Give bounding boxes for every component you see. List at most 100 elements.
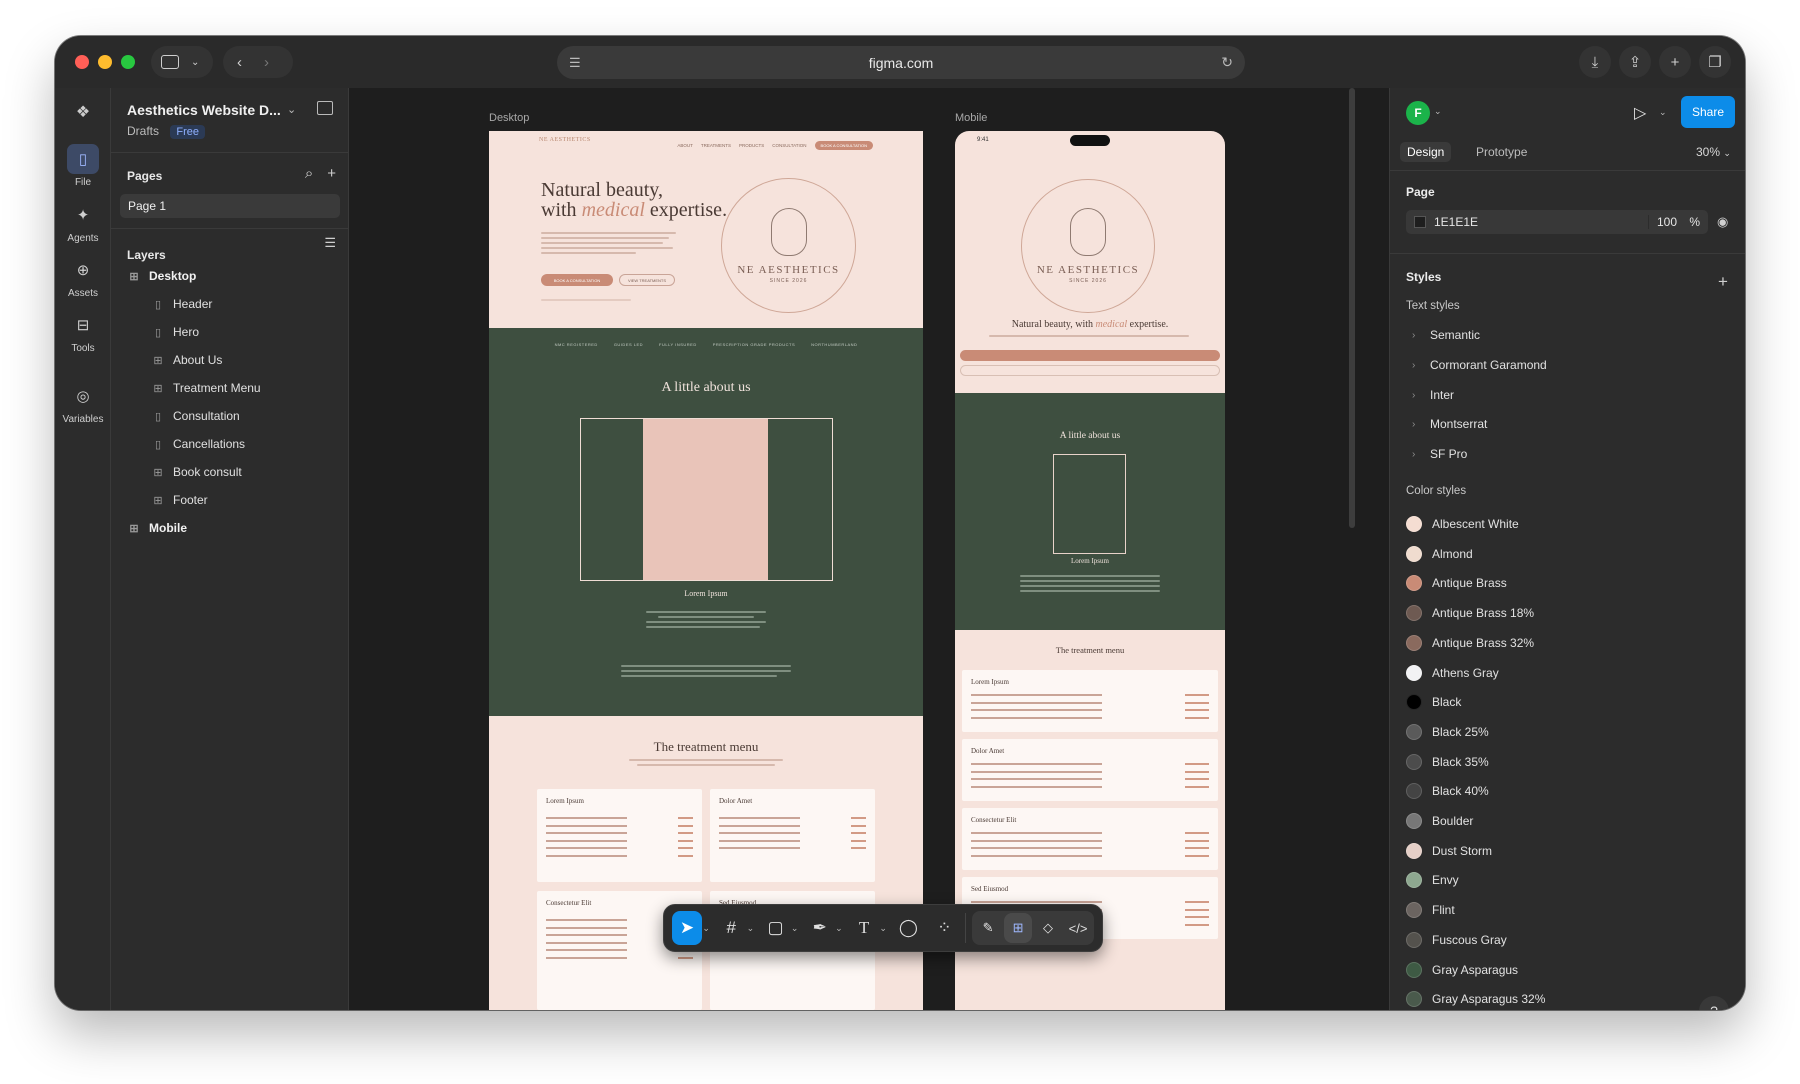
color-style-item[interactable]: Albescent White <box>1406 516 1519 532</box>
divider <box>1390 170 1745 171</box>
text-style-group[interactable]: › Inter <box>1412 388 1454 402</box>
page-color-hex[interactable]: 1E1E1E <box>1434 215 1648 229</box>
color-style-item[interactable]: Antique Brass 32% <box>1406 634 1534 651</box>
search-icon[interactable]: ⌕ <box>305 165 313 182</box>
rail-item-variables[interactable]: ◎ Variables <box>55 381 111 425</box>
chevron-down-icon[interactable]: ⌄ <box>835 923 843 934</box>
comment-tool-button[interactable]: ◯ <box>893 911 923 945</box>
avatar[interactable]: F <box>1406 101 1430 125</box>
color-style-item[interactable]: Almond <box>1406 545 1473 562</box>
rail-item-assets[interactable]: ⊕ Assets <box>55 255 111 299</box>
add-page-icon[interactable]: + <box>327 165 336 182</box>
back-button[interactable]: ‹ <box>237 54 242 71</box>
help-button[interactable]: ? <box>1699 996 1729 1010</box>
color-swatch[interactable] <box>1414 216 1426 228</box>
text-style-group[interactable]: › Montserrat <box>1412 417 1487 431</box>
layer-row-footer[interactable]: ⊞ Footer <box>111 486 349 514</box>
text-tool-button[interactable]: T <box>849 911 879 945</box>
design-canvas[interactable]: Desktop Mobile NE AESTHETICS ABOUT TREAT… <box>349 88 1389 1010</box>
frame-label-desktop[interactable]: Desktop <box>489 112 529 124</box>
color-style-item[interactable]: Antique Brass <box>1406 575 1507 592</box>
color-style-item[interactable]: Fuscous Gray <box>1406 931 1507 948</box>
color-style-item[interactable]: Dust Storm <box>1406 842 1492 859</box>
chevron-down-icon[interactable]: ⌄ <box>879 923 887 934</box>
reload-icon[interactable]: ↻ <box>1221 54 1233 71</box>
address-bar[interactable]: ☰ figma.com ↻ <box>557 46 1245 79</box>
design-mode-button[interactable]: ⊞ <box>1004 913 1033 943</box>
zoom-level[interactable]: 30% ⌄ <box>1696 145 1731 159</box>
page-background-field[interactable]: 1E1E1E 100% <box>1406 210 1708 234</box>
mobile-frame[interactable]: 9:41 NE AESTHETICS SINCE 2026 Natural be… <box>955 131 1225 1010</box>
drafts-link[interactable]: Drafts <box>127 124 159 138</box>
layer-row-header[interactable]: ▯ Header <box>111 290 349 318</box>
panel-collapse-icon[interactable] <box>317 101 333 115</box>
share-icon[interactable]: ⇪ <box>1619 46 1651 78</box>
color-style-item[interactable]: Black 25% <box>1406 723 1489 740</box>
rail-item-tools[interactable]: ⊟ Tools <box>55 310 111 354</box>
component-mode-button[interactable]: ◇ <box>1034 913 1062 943</box>
close-window-button[interactable] <box>75 55 89 69</box>
page-item[interactable]: Page 1 <box>120 194 340 218</box>
frame-tool-button[interactable]: # <box>716 911 746 945</box>
layer-row-treatment-menu[interactable]: ⊞ Treatment Menu <box>111 374 349 402</box>
color-style-item[interactable]: Black <box>1406 694 1461 711</box>
chevron-down-icon[interactable]: ⌄ <box>287 103 296 116</box>
color-style-label: Envy <box>1432 873 1459 888</box>
color-style-item[interactable]: Envy <box>1406 872 1459 889</box>
download-icon[interactable]: ⤓ <box>1579 46 1611 78</box>
file-title[interactable]: Aesthetics Website D... <box>127 102 281 118</box>
text-style-group[interactable]: › Semantic <box>1412 328 1480 342</box>
share-button[interactable]: Share <box>1681 96 1735 128</box>
draw-mode-button[interactable]: ✎ <box>974 913 1002 943</box>
layer-row-mobile[interactable]: ⊞ Mobile <box>111 514 349 542</box>
shape-tool-button[interactable]: ▢ <box>761 911 791 945</box>
text-style-group[interactable]: › SF Pro <box>1412 447 1467 461</box>
color-style-item[interactable]: Athens Gray <box>1406 664 1499 681</box>
desktop-frame[interactable]: NE AESTHETICS ABOUT TREATMENTS PRODUCTS … <box>489 131 923 1010</box>
color-style-item[interactable]: Antique Brass 18% <box>1406 605 1534 622</box>
chevron-down-icon[interactable]: ⌄ <box>1434 106 1442 117</box>
minimize-window-button[interactable] <box>98 55 112 69</box>
frame-label-mobile[interactable]: Mobile <box>955 112 987 124</box>
page-menu-icon[interactable]: ☰ <box>569 55 581 71</box>
mobile-primary-button <box>960 350 1220 361</box>
layer-row-hero[interactable]: ▯ Hero <box>111 318 349 346</box>
tab-design[interactable]: Design <box>1400 142 1452 162</box>
present-button[interactable]: ▷ <box>1634 103 1652 123</box>
visibility-eye-icon[interactable]: ◉ <box>1717 214 1728 230</box>
color-style-item[interactable]: Black 35% <box>1406 753 1489 770</box>
color-style-item[interactable]: Flint <box>1406 902 1455 919</box>
color-style-item[interactable]: Black 40% <box>1406 783 1489 800</box>
chevron-down-icon[interactable]: ⌄ <box>791 923 799 934</box>
layer-row-about-us[interactable]: ⊞ About Us <box>111 346 349 374</box>
rail-item-file[interactable]: ▯ File <box>55 144 111 188</box>
layer-row-cancellations[interactable]: ▯ Cancellations <box>111 430 349 458</box>
layer-row-desktop[interactable]: ⊞ Desktop <box>111 262 349 290</box>
pen-tool-button[interactable]: ✒ <box>805 911 835 945</box>
color-style-item[interactable]: Boulder <box>1406 813 1473 829</box>
move-tool-button[interactable]: ➤ <box>672 911 702 945</box>
chevron-down-icon[interactable]: ⌄ <box>1659 107 1667 118</box>
chevron-down-icon[interactable]: ⌄ <box>702 923 710 934</box>
forward-button[interactable]: › <box>264 54 269 71</box>
dev-mode-button[interactable]: </> <box>1064 913 1092 943</box>
page-opacity-field[interactable]: 100% <box>1648 215 1708 229</box>
zoom-window-button[interactable] <box>121 55 135 69</box>
rail-item-agents[interactable]: ✦ Agents <box>55 200 111 244</box>
tab-overview-icon[interactable]: ❐ <box>1699 46 1731 78</box>
color-style-item[interactable]: Gray Asparagus <box>1406 961 1518 978</box>
add-style-icon[interactable]: + <box>1718 272 1728 292</box>
actions-tool-button[interactable]: ⁘ <box>929 911 959 945</box>
text-style-group[interactable]: › Cormorant Garamond <box>1412 358 1547 372</box>
new-tab-icon[interactable]: + <box>1659 46 1691 78</box>
sidebar-toggle-group[interactable]: ⌄ <box>151 46 213 78</box>
layer-row-book-consult[interactable]: ⊞ Book consult <box>111 458 349 486</box>
layer-options-icon[interactable]: ☰ <box>324 235 336 251</box>
tab-prototype[interactable]: Prototype <box>1469 142 1534 162</box>
figma-logo-icon[interactable]: ❖ <box>72 102 94 124</box>
color-style-item[interactable]: Gray Asparagus 32% <box>1406 991 1545 1008</box>
color-swatch <box>1406 872 1422 889</box>
canvas-scrollbar[interactable] <box>1349 88 1355 528</box>
chevron-down-icon[interactable]: ⌄ <box>746 923 755 934</box>
layer-row-consultation[interactable]: ▯ Consultation <box>111 402 349 430</box>
